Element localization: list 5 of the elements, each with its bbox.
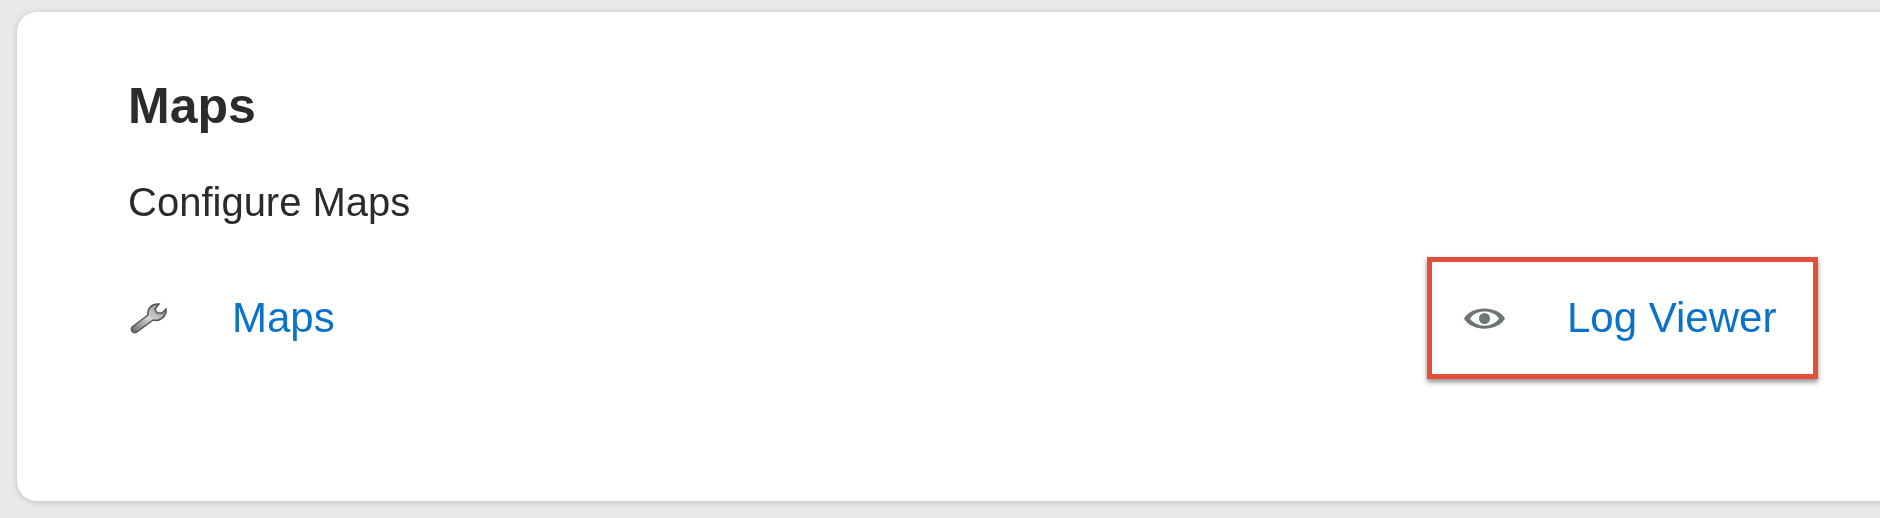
section-description: Configure Maps <box>128 179 412 226</box>
link[interactable]: Maps <box>232 294 335 342</box>
section-title: Maps <box>128 77 257 136</box>
wrench-icon <box>128 301 168 335</box>
link[interactable]: Log Viewer <box>1567 294 1777 342</box>
